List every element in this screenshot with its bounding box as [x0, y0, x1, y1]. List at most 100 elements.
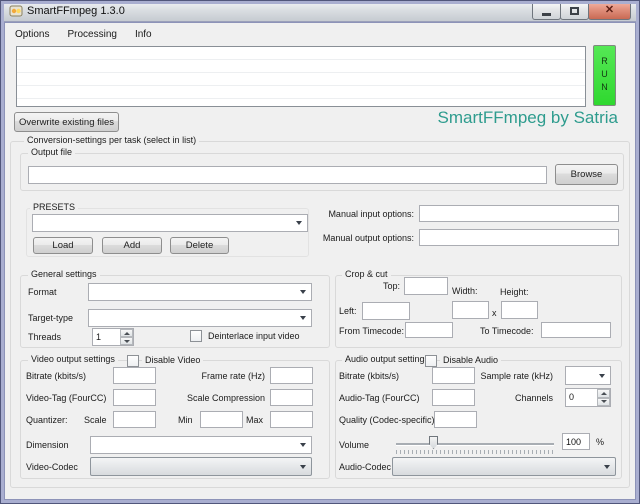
- chevron-down-icon: [300, 316, 306, 320]
- video-codec-label: Video-Codec: [26, 462, 78, 472]
- channels-down-button[interactable]: [597, 397, 610, 406]
- quality-input[interactable]: [434, 411, 477, 428]
- channels-up-button[interactable]: [597, 389, 610, 398]
- from-timecode-input[interactable]: [405, 322, 453, 338]
- audio-codec-select[interactable]: [392, 457, 616, 476]
- add-button[interactable]: Add: [102, 237, 162, 254]
- task-list[interactable]: [16, 46, 586, 107]
- chevron-down-icon: [300, 464, 306, 469]
- manual-output-options-input[interactable]: [419, 229, 619, 246]
- audio-codec-label: Audio-Codec: [339, 462, 392, 472]
- crop-cut-group-label: Crop & cut: [342, 269, 391, 279]
- quantizer-min-label: Min: [178, 415, 193, 425]
- crop-height-input[interactable]: [501, 301, 538, 319]
- manual-input-options-input[interactable]: [419, 205, 619, 222]
- volume-percent-label: %: [596, 437, 605, 447]
- volume-input[interactable]: [562, 433, 590, 450]
- target-type-select[interactable]: [88, 309, 312, 327]
- threads-label: Threads: [28, 332, 62, 342]
- quantizer-max-label: Max: [246, 415, 264, 425]
- menu-bar: Options Processing Info: [6, 26, 161, 43]
- window-title: SmartFFmpeg 1.3.0: [27, 5, 125, 17]
- disable-audio-label: Disable Audio: [440, 355, 502, 365]
- menu-item-options[interactable]: Options: [6, 26, 58, 43]
- chevron-down-icon: [599, 373, 605, 378]
- volume-label: Volume: [339, 440, 370, 450]
- audio-output-group-label: Audio output settings: [342, 354, 433, 364]
- arrow-up-icon: [123, 331, 130, 335]
- menu-item-info[interactable]: Info: [126, 26, 161, 43]
- crop-width-input[interactable]: [452, 301, 489, 319]
- chevron-down-icon: [296, 221, 302, 225]
- maximize-button[interactable]: [560, 2, 589, 20]
- app-window: SmartFFmpeg 1.3.0 ✕ Options Processing I…: [0, 0, 640, 504]
- threads-stepper[interactable]: 1: [92, 328, 134, 346]
- volume-slider-ticks: [396, 450, 554, 454]
- title-bar[interactable]: SmartFFmpeg 1.3.0 ✕: [1, 1, 639, 22]
- crop-x-separator: x: [492, 308, 497, 318]
- conversion-settings-group-label: Conversion-settings per task (select in …: [24, 135, 200, 145]
- maximize-icon: [570, 6, 579, 15]
- quantizer-min-input[interactable]: [200, 411, 243, 428]
- audio-tag-label: Audio-Tag (FourCC): [339, 393, 420, 403]
- audio-tag-input[interactable]: [432, 389, 475, 406]
- crop-left-input[interactable]: [362, 302, 410, 320]
- output-file-input[interactable]: [28, 166, 547, 184]
- channels-value: 0: [569, 392, 575, 402]
- quantizer-max-input[interactable]: [270, 411, 313, 428]
- menu-item-processing[interactable]: Processing: [58, 26, 125, 43]
- scale-compression-input[interactable]: [270, 389, 313, 406]
- disable-video-checkbox[interactable]: [127, 355, 139, 367]
- arrow-down-icon: [123, 339, 130, 343]
- sample-rate-label: Sample rate (kHz): [480, 371, 553, 381]
- browse-button[interactable]: Browse: [555, 164, 618, 185]
- deinterlace-checkbox[interactable]: [190, 330, 202, 342]
- threads-down-button[interactable]: [120, 337, 133, 345]
- video-codec-select[interactable]: [90, 457, 312, 476]
- credit-text: SmartFFmpeg by Satria: [437, 108, 618, 127]
- crop-top-input[interactable]: [404, 277, 448, 295]
- video-output-group-label: Video output settings: [28, 354, 118, 364]
- app-icon: [9, 5, 23, 17]
- audio-bitrate-label: Bitrate (kbits/s): [339, 371, 400, 381]
- dimension-select[interactable]: [90, 436, 312, 454]
- general-settings-group-label: General settings: [28, 269, 100, 279]
- load-button[interactable]: Load: [33, 237, 93, 254]
- channels-stepper[interactable]: 0: [565, 388, 611, 407]
- frame-rate-input[interactable]: [270, 367, 313, 384]
- manual-input-options-label: Manual input options:: [328, 209, 414, 219]
- close-icon: ✕: [604, 4, 615, 16]
- scale-compression-label: Scale Compression: [186, 393, 265, 403]
- disable-audio-checkbox[interactable]: [425, 355, 437, 367]
- deinterlace-label: Deinterlace input video: [208, 331, 300, 341]
- crop-top-label: Top:: [382, 281, 400, 291]
- chevron-down-icon: [604, 464, 610, 469]
- quantizer-scale-label: Scale: [84, 415, 107, 425]
- format-select[interactable]: [88, 283, 312, 301]
- minimize-button[interactable]: [532, 2, 561, 20]
- audio-bitrate-input[interactable]: [432, 367, 475, 384]
- presets-group-label: PRESETS: [30, 202, 79, 212]
- arrow-up-icon: [600, 391, 607, 395]
- to-timecode-input[interactable]: [541, 322, 611, 338]
- manual-output-options-label: Manual output options:: [322, 233, 414, 243]
- threads-up-button[interactable]: [120, 329, 133, 337]
- output-file-group-label: Output file: [28, 147, 76, 157]
- quality-label: Quality (Codec-specific): [339, 415, 435, 425]
- arrow-down-icon: [600, 400, 607, 404]
- volume-slider-track[interactable]: [396, 443, 554, 445]
- run-button[interactable]: RUN: [593, 45, 616, 106]
- video-bitrate-input[interactable]: [113, 367, 156, 384]
- sample-rate-select[interactable]: [565, 366, 611, 385]
- delete-button[interactable]: Delete: [170, 237, 229, 254]
- close-button[interactable]: ✕: [588, 2, 631, 20]
- chevron-down-icon: [300, 443, 306, 447]
- presets-select[interactable]: [32, 214, 308, 232]
- video-tag-input[interactable]: [113, 389, 156, 406]
- overwrite-existing-files-button[interactable]: Overwrite existing files: [14, 112, 119, 132]
- video-tag-label: Video-Tag (FourCC): [26, 393, 107, 403]
- channels-label: Channels: [514, 393, 553, 403]
- from-timecode-label: From Timecode:: [339, 326, 405, 336]
- target-type-label: Target-type: [28, 313, 74, 323]
- quantizer-scale-input[interactable]: [113, 411, 156, 428]
